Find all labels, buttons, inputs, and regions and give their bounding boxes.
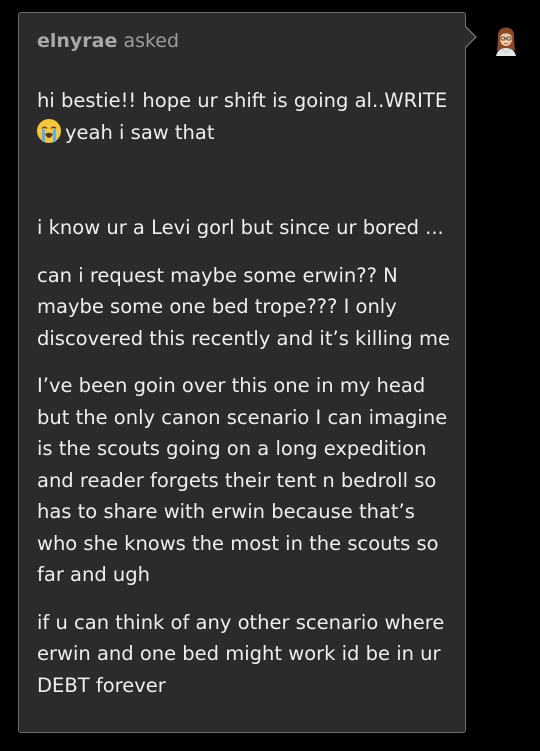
ask-paragraph-1-line-1: hi bestie!! hope ur shift is going al..W… [37, 89, 448, 112]
ask-body: hi bestie!! hope ur shift is going al..W… [37, 85, 455, 717]
ask-card: elnyrae asked hi bestie!! hope ur shift … [18, 12, 466, 733]
user-avatar-icon[interactable] [490, 24, 522, 56]
ask-paragraph-3: can i request maybe some erwin?? N maybe… [37, 263, 450, 350]
ask-paragraph-1: hi bestie!! hope ur shift is going al..W… [37, 85, 455, 148]
ask-paragraph-2: i know ur a Levi gorl but since ur bored… [37, 216, 444, 239]
ask-paragraph-5: if u can think of any other scenario whe… [37, 610, 445, 697]
asker-line: elnyrae asked [37, 30, 179, 52]
ask-paragraph-4: I’ve been goin over this one in my head … [37, 374, 448, 586]
asker-name-link[interactable]: elnyrae [37, 30, 117, 52]
loudly-crying-face-icon [37, 118, 61, 143]
asked-label: asked [123, 30, 180, 52]
ask-paragraph-1-line-2: yeah i saw that [65, 120, 215, 144]
